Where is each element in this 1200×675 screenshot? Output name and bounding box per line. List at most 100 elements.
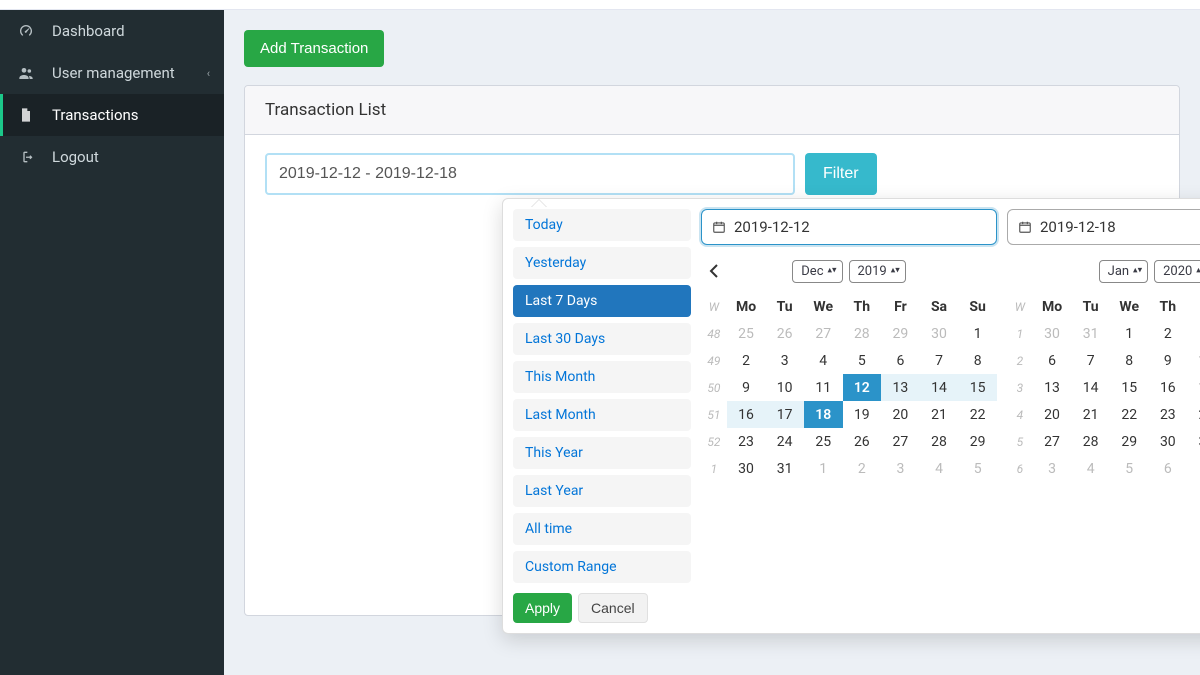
calendar-day[interactable]: 27	[1033, 428, 1072, 455]
calendar-day[interactable]: 24	[1187, 401, 1200, 428]
range-last-year[interactable]: Last Year	[513, 475, 691, 507]
range-this-month[interactable]: This Month	[513, 361, 691, 393]
calendar-day[interactable]: 8	[1110, 347, 1149, 374]
calendar-day[interactable]: 29	[1110, 428, 1149, 455]
calendar-day: 25	[727, 320, 766, 347]
range-all-time[interactable]: All time	[513, 513, 691, 545]
prev-month-icon[interactable]	[701, 260, 727, 282]
calendar-day[interactable]: 28	[920, 428, 959, 455]
calendar-day[interactable]: 27	[881, 428, 920, 455]
calendar-day[interactable]: 20	[1033, 401, 1072, 428]
calendar-day[interactable]: 20	[881, 401, 920, 428]
calendar-day[interactable]: 2	[1149, 320, 1188, 347]
sidebar-item-logout[interactable]: Logout	[0, 136, 224, 178]
sidebar-item-dashboard[interactable]: Dashboard	[0, 10, 224, 52]
calendar-day[interactable]: 12	[843, 374, 882, 401]
chevron-left-icon: ‹	[207, 67, 210, 80]
calendar-day[interactable]: 25	[804, 428, 843, 455]
calendar-day[interactable]: 6	[1033, 347, 1072, 374]
calendar-day[interactable]: 4	[804, 347, 843, 374]
gauge-icon	[18, 23, 38, 39]
calendar-day[interactable]: 3	[1187, 320, 1200, 347]
filter-button[interactable]: Filter	[805, 153, 877, 195]
calendar-left: 2019-12-12 Dec▴▾ 2019▴▾ WMoTuWeThFrSaSu4…	[701, 209, 997, 623]
calendar-day[interactable]: 14	[1071, 374, 1110, 401]
calendar-day[interactable]: 30	[1149, 428, 1188, 455]
calendar-day[interactable]: 24	[765, 428, 804, 455]
calendar-day[interactable]: 17	[765, 401, 804, 428]
week-number: 50	[701, 374, 727, 401]
calendar-day[interactable]: 5	[843, 347, 882, 374]
calendar-day: 3	[881, 455, 920, 482]
calendar-grid-right: WMoTuWeThFrSaSu1303112345267891011123131…	[1007, 293, 1200, 482]
dow-header: Mo	[1033, 293, 1072, 320]
calendar-day[interactable]: 9	[1149, 347, 1188, 374]
calendar-day[interactable]: 21	[1071, 401, 1110, 428]
range-last-7-days[interactable]: Last 7 Days	[513, 285, 691, 317]
topbar	[0, 0, 1200, 10]
cancel-button[interactable]: Cancel	[578, 593, 648, 623]
calendar-day[interactable]: 22	[958, 401, 997, 428]
calendar-day[interactable]: 10	[1187, 347, 1200, 374]
apply-button[interactable]: Apply	[513, 593, 572, 623]
calendar-day[interactable]: 16	[1149, 374, 1188, 401]
range-custom-range[interactable]: Custom Range	[513, 551, 691, 583]
calendar-day[interactable]: 14	[920, 374, 959, 401]
week-number: 51	[701, 401, 727, 428]
calendar-day[interactable]: 17	[1187, 374, 1200, 401]
calendar-day[interactable]: 7	[1071, 347, 1110, 374]
calendar-day: 5	[958, 455, 997, 482]
start-date-input[interactable]: 2019-12-12	[701, 209, 997, 245]
month-select-left[interactable]: Dec▴▾	[792, 260, 842, 283]
month-select-right[interactable]: Jan▴▾	[1099, 260, 1148, 283]
calendar-day[interactable]: 22	[1110, 401, 1149, 428]
calendar-day: 30	[920, 320, 959, 347]
calendar-day[interactable]: 28	[1071, 428, 1110, 455]
calendar-day[interactable]: 11	[804, 374, 843, 401]
calendar-day: 2	[843, 455, 882, 482]
calendar-day[interactable]: 6	[881, 347, 920, 374]
calendar-day[interactable]: 19	[843, 401, 882, 428]
add-transaction-button[interactable]: Add Transaction	[244, 30, 384, 67]
calendar-day[interactable]: 7	[920, 347, 959, 374]
calendar-day[interactable]: 23	[727, 428, 766, 455]
calendar-day[interactable]: 3	[765, 347, 804, 374]
range-last-30-days[interactable]: Last 30 Days	[513, 323, 691, 355]
calendar-day[interactable]: 10	[765, 374, 804, 401]
range-today[interactable]: Today	[513, 209, 691, 241]
calendar-day[interactable]: 18	[804, 401, 843, 428]
dow-header: Fr	[881, 293, 920, 320]
year-select-right[interactable]: 2020▴▾	[1154, 260, 1200, 283]
calendar-day[interactable]: 30	[727, 455, 766, 482]
calendar-day[interactable]: 8	[958, 347, 997, 374]
calendar-day[interactable]: 9	[727, 374, 766, 401]
range-yesterday[interactable]: Yesterday	[513, 247, 691, 279]
calendar-day[interactable]: 1	[958, 320, 997, 347]
calendar-day[interactable]: 23	[1149, 401, 1188, 428]
sidebar-item-user-management[interactable]: User management‹	[0, 52, 224, 94]
sidebar: DashboardUser management‹TransactionsLog…	[0, 10, 224, 675]
sidebar-item-transactions[interactable]: Transactions	[0, 94, 224, 136]
end-date-input[interactable]: 2019-12-18	[1007, 209, 1200, 245]
range-last-month[interactable]: Last Month	[513, 399, 691, 431]
calendar-day[interactable]: 29	[958, 428, 997, 455]
calendar-day[interactable]: 13	[1033, 374, 1072, 401]
calendar-day[interactable]: 31	[1187, 428, 1200, 455]
calendar-day[interactable]: 16	[727, 401, 766, 428]
calendar-day: 29	[881, 320, 920, 347]
calendar-day[interactable]: 15	[1110, 374, 1149, 401]
calendar-icon	[1018, 220, 1032, 234]
range-this-year[interactable]: This Year	[513, 437, 691, 469]
week-number: 3	[1007, 374, 1033, 401]
calendar-day[interactable]: 2	[727, 347, 766, 374]
calendar-day[interactable]: 1	[1110, 320, 1149, 347]
calendar-day[interactable]: 21	[920, 401, 959, 428]
year-select-left[interactable]: 2019▴▾	[849, 260, 906, 283]
calendar-day[interactable]: 26	[843, 428, 882, 455]
daterange-input[interactable]	[265, 153, 795, 195]
dow-header: Th	[1149, 293, 1188, 320]
calendar-day[interactable]: 13	[881, 374, 920, 401]
calendar-day[interactable]: 31	[765, 455, 804, 482]
week-number: 52	[701, 428, 727, 455]
calendar-day[interactable]: 15	[958, 374, 997, 401]
